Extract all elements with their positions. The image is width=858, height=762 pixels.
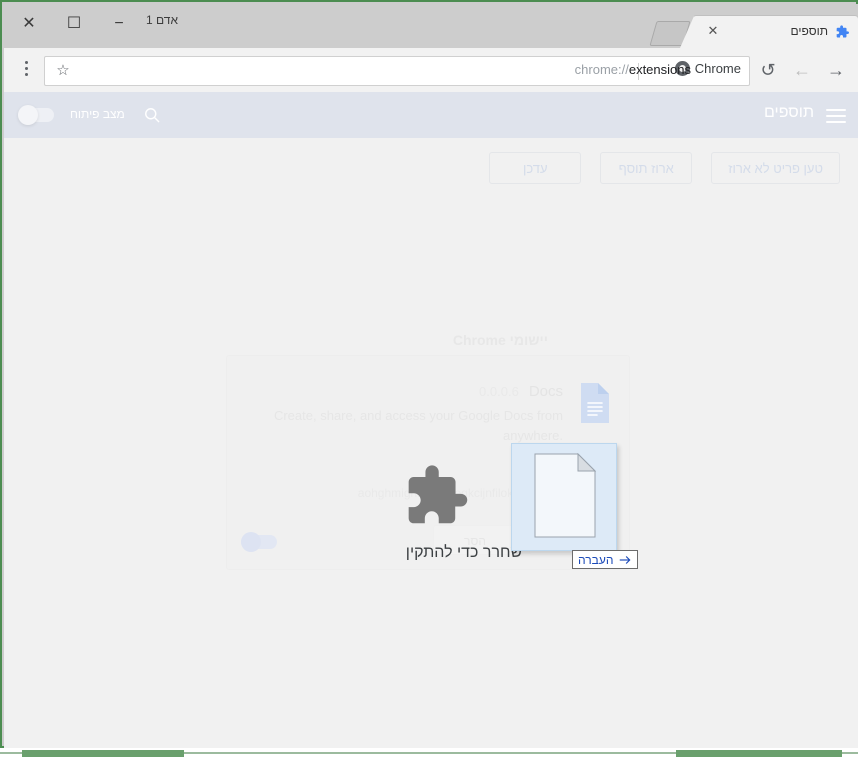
bookmark-star-icon[interactable]: ☆ <box>53 61 73 81</box>
security-chip-label: Chrome <box>695 61 741 76</box>
drag-ghost-preview <box>511 443 617 551</box>
taskbar-item[interactable] <box>676 750 842 757</box>
menu-dot <box>25 67 28 70</box>
address-bar-url: chrome://extensions <box>575 62 691 77</box>
menu-dot <box>25 73 28 76</box>
address-bar[interactable]: Chrome chrome://extensions ☆ <box>44 56 750 86</box>
update-button[interactable]: עדכן <box>489 152 581 184</box>
extension-description: Create, share, and access your Google Do… <box>243 406 563 446</box>
url-path: extensions <box>629 62 691 77</box>
reload-button[interactable]: ↺ <box>754 56 782 84</box>
extension-name: Docs <box>529 383 563 400</box>
page-title: תוספים <box>764 104 814 122</box>
hamburger-line <box>826 121 846 123</box>
tab-close-icon[interactable]: ✕ <box>705 23 721 39</box>
tab-strip: תוספים ✕ <box>4 16 858 48</box>
puzzle-piece-drop-icon <box>396 459 472 535</box>
extensions-header-bar: תוספים מצב פיתוח <box>4 92 858 138</box>
taskbar-item[interactable] <box>22 750 184 757</box>
docs-app-icon <box>577 381 613 425</box>
search-icon[interactable] <box>142 105 162 125</box>
drag-action-badge: העברה <box>572 550 638 569</box>
url-scheme: chrome:// <box>575 62 629 77</box>
hamburger-menu-icon[interactable] <box>826 105 846 125</box>
puzzle-piece-icon <box>834 24 850 40</box>
file-document-icon <box>534 453 596 538</box>
browser-window: ✕ ☐ − אדם 1 תוספים ✕ → ← ↺ <box>0 0 858 748</box>
extension-version: 0.0.0.6 <box>479 384 519 399</box>
load-unpacked-button[interactable]: טען פריט לא ארוז <box>711 152 840 184</box>
extension-enable-toggle[interactable] <box>241 535 277 549</box>
browser-menu-button[interactable] <box>16 58 36 82</box>
browser-toolbar: → ← ↺ Chrome chrome://extensions ☆ <box>4 48 858 93</box>
arrow-right-icon <box>618 553 632 567</box>
tab-extensions[interactable]: תוספים ✕ <box>693 16 858 48</box>
developer-mode-toggle[interactable] <box>18 108 54 122</box>
extensions-action-toolbar: טען פריט לא ארוז ארוז תוסף עדכן <box>489 152 840 184</box>
hamburger-line <box>826 109 846 111</box>
desktop-background: ✕ ☐ − אדם 1 תוספים ✕ → ← ↺ <box>0 0 858 762</box>
developer-mode-label: מצב פיתוח <box>70 107 125 121</box>
back-button[interactable]: ← <box>788 56 816 84</box>
menu-dot <box>25 61 28 64</box>
tab-title-label: תוספים <box>791 24 829 38</box>
forward-button[interactable]: → <box>822 56 850 84</box>
extension-title-row: Docs 0.0.0.6 <box>479 383 563 400</box>
pack-extension-button[interactable]: ארוז תוסף <box>600 152 692 184</box>
drag-badge-label: העברה <box>578 553 613 567</box>
extensions-page: תוספים מצב פיתוח טען פריט לא ארוז ארוז ת… <box>4 92 858 748</box>
hamburger-line <box>826 115 846 117</box>
section-title-chrome-apps: יישומי Chrome <box>453 332 548 348</box>
taskbar <box>0 748 858 762</box>
